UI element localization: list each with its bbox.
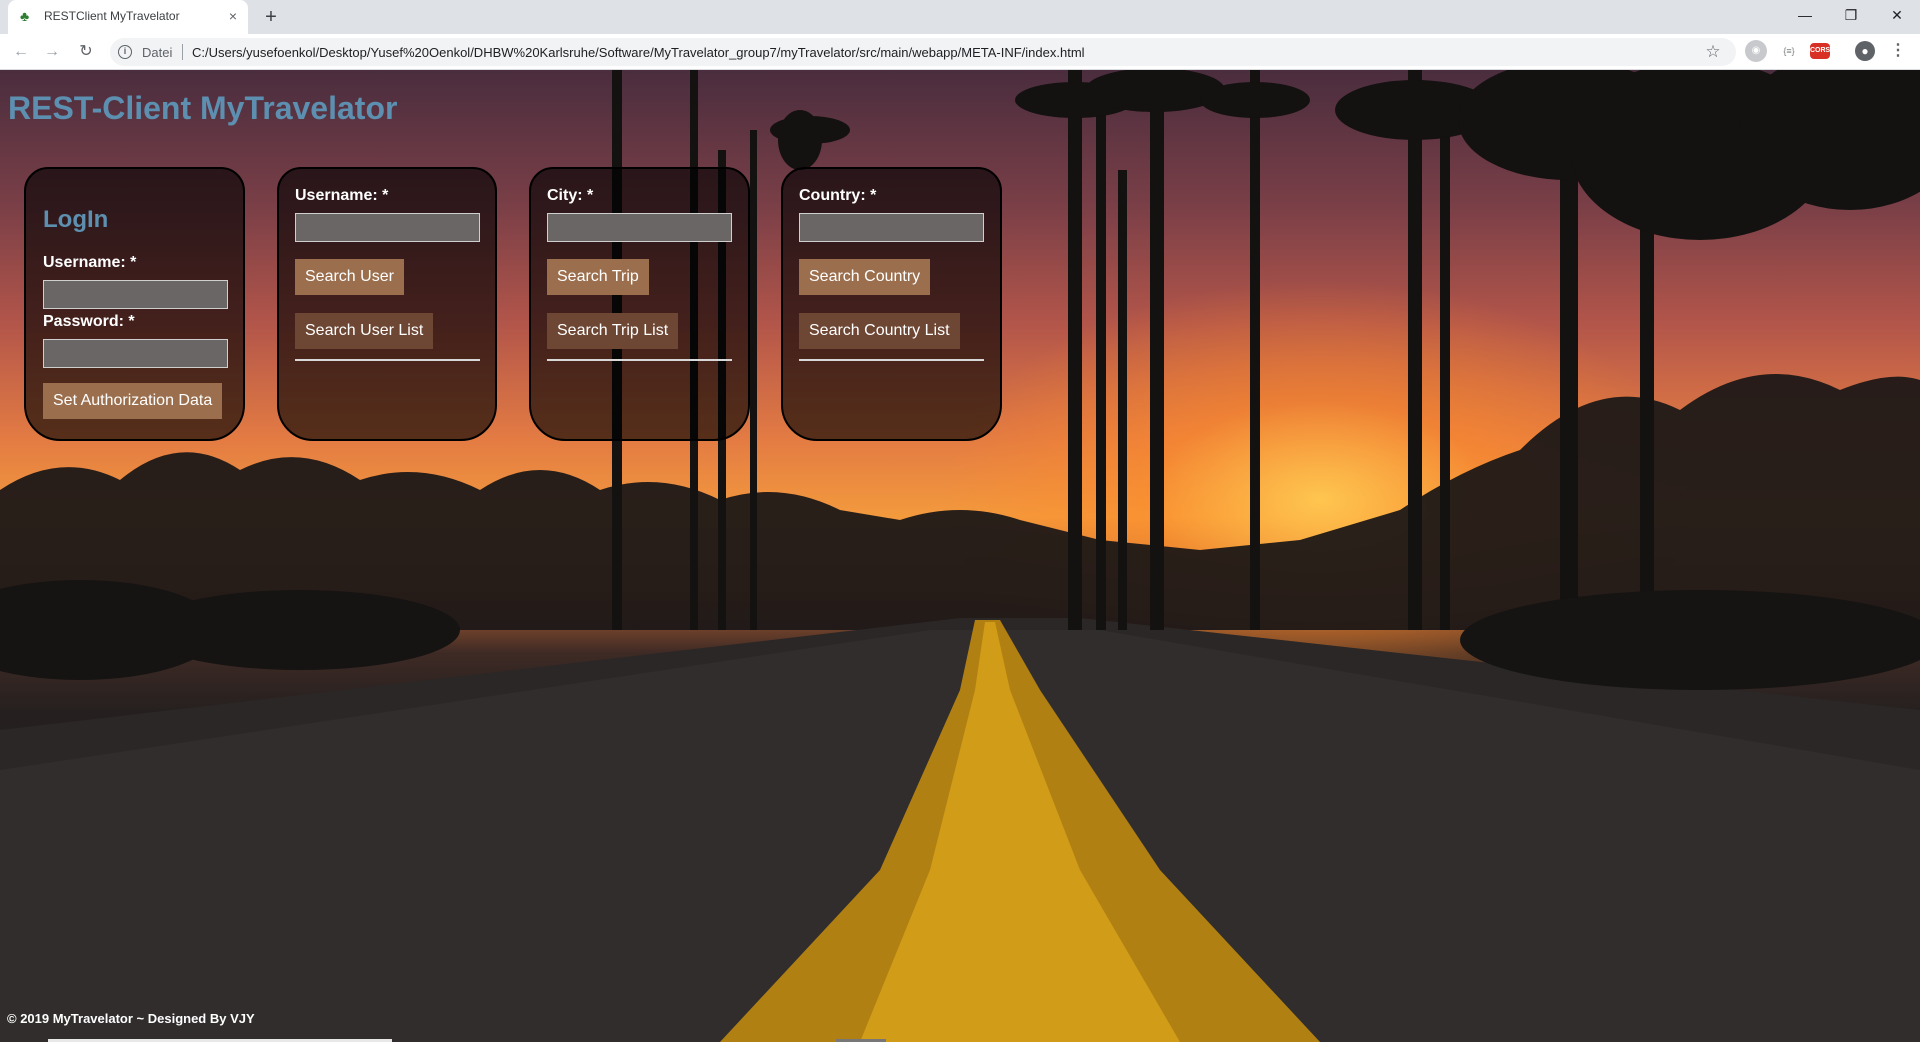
page-title: REST-Client MyTravelator (8, 90, 398, 126)
menu-icon[interactable]: ⋮ (1890, 41, 1906, 61)
extension-globe-icon[interactable]: ◉ (1745, 40, 1767, 62)
country-card: Country: * Search Country Search Country… (781, 167, 1002, 441)
trip-card-divider (547, 359, 732, 361)
user-username-label: Username: * (295, 187, 389, 204)
scheme-label: Datei (142, 45, 173, 60)
search-user-list-button[interactable]: Search User List (295, 313, 434, 349)
search-trip-button[interactable]: Search Trip (547, 259, 649, 295)
browser-tab-strip: ♣ RESTClient MyTravelator × + — ❐ ✕ (0, 0, 1920, 34)
tab-close-icon[interactable]: × (224, 7, 242, 25)
minimize-window-button[interactable]: — (1782, 0, 1828, 30)
restore-window-button[interactable]: ❐ (1828, 0, 1874, 30)
user-username-input[interactable] (295, 213, 480, 242)
tab-title: RESTClient MyTravelator (44, 9, 180, 23)
palm-tree-favicon-icon: ♣ (20, 8, 30, 24)
search-user-button[interactable]: Search User (295, 259, 404, 295)
search-country-list-button[interactable]: Search Country List (799, 313, 960, 349)
country-input[interactable] (799, 213, 984, 242)
footer-credits: © 2019 MyTravelator ~ Designed By VJY (7, 1011, 255, 1026)
back-icon[interactable]: ← (9, 40, 33, 64)
set-authorization-data-button[interactable]: Set Authorization Data (43, 383, 223, 419)
login-card: LogIn Username: * Password: * Set Author… (24, 167, 245, 441)
trip-card: City: * Search Trip Search Trip List (529, 167, 750, 441)
address-separator (182, 44, 183, 60)
url-text[interactable]: C:/Users/yusefoenkol/Desktop/Yusef%20Oen… (192, 45, 1085, 60)
search-country-button[interactable]: Search Country (799, 259, 931, 295)
login-password-input[interactable] (43, 339, 228, 368)
close-window-button[interactable]: ✕ (1874, 0, 1920, 30)
login-username-input[interactable] (43, 280, 228, 309)
browser-toolbar: ← → ↻ i Datei C:/Users/yusefoenkol/Deskt… (0, 34, 1920, 70)
reload-icon[interactable]: ↻ (74, 40, 98, 64)
page-viewport: REST-Client MyTravelator LogIn Username:… (0, 70, 1920, 1042)
extension-json-icon[interactable]: {≡} (1778, 40, 1800, 62)
login-heading: LogIn (43, 206, 109, 233)
country-card-divider (799, 359, 984, 361)
user-card: Username: * Search User Search User List (277, 167, 497, 441)
address-bar[interactable]: i Datei C:/Users/yusefoenkol/Desktop/Yus… (110, 38, 1736, 66)
new-tab-button[interactable]: + (258, 4, 284, 30)
country-label: Country: * (799, 187, 877, 204)
info-icon[interactable]: i (118, 45, 132, 59)
trip-city-label: City: * (547, 187, 594, 204)
browser-tab[interactable]: ♣ RESTClient MyTravelator × (8, 0, 248, 34)
trip-city-input[interactable] (547, 213, 732, 242)
login-password-label: Password: * (43, 313, 135, 330)
login-username-label: Username: * (43, 254, 137, 271)
extension-cors-icon[interactable]: CORS (1810, 43, 1830, 59)
account-icon[interactable]: ● (1855, 41, 1875, 61)
user-card-divider (295, 359, 480, 361)
forward-icon[interactable]: → (40, 40, 64, 64)
bookmark-star-icon[interactable]: ☆ (1702, 41, 1724, 63)
search-trip-list-button[interactable]: Search Trip List (547, 313, 679, 349)
